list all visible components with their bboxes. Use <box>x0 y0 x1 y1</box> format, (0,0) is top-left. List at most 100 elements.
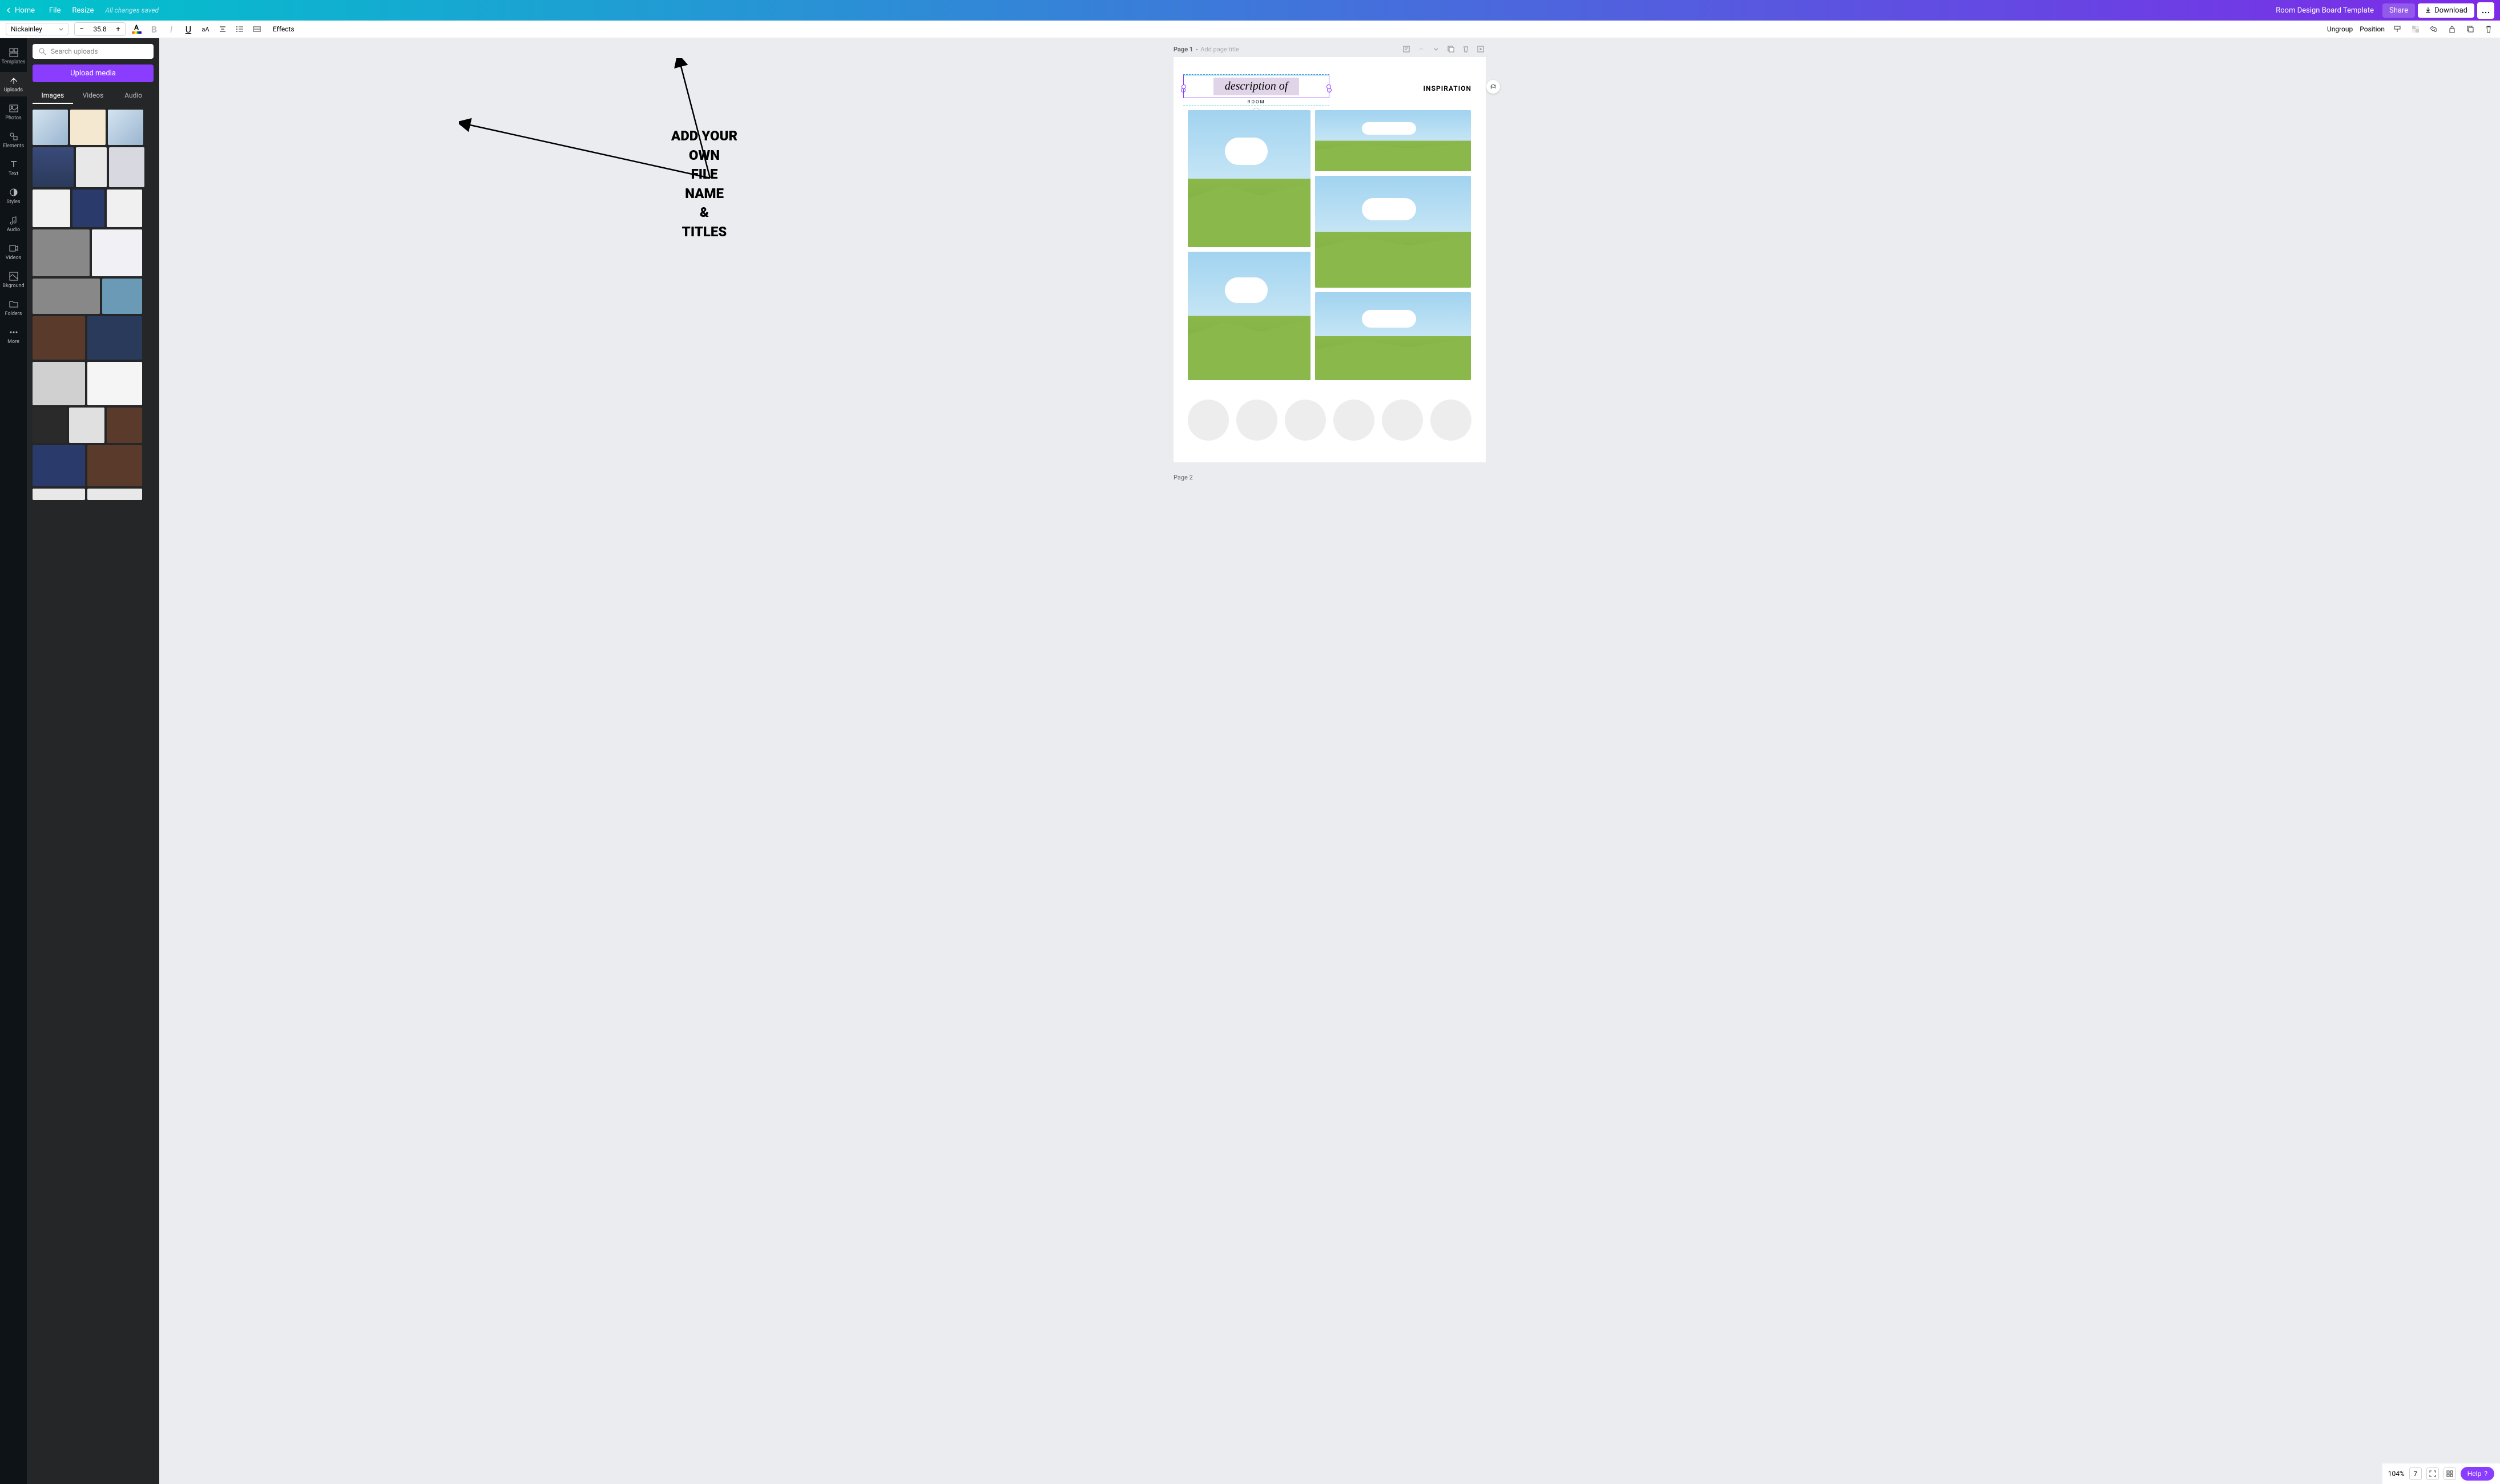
lock-button[interactable] <box>2446 23 2458 35</box>
inner-handle-right[interactable] <box>1326 84 1331 89</box>
upload-thumb[interactable] <box>33 362 85 405</box>
upload-thumb[interactable] <box>109 147 144 187</box>
nav-uploads[interactable]: Uploads <box>0 72 27 96</box>
tab-videos[interactable]: Videos <box>73 88 114 104</box>
spacing-button[interactable] <box>251 23 263 35</box>
list-button[interactable] <box>234 23 245 35</box>
duplicate-button[interactable] <box>2465 23 2476 35</box>
document-title[interactable]: Room Design Board Template <box>2276 6 2374 15</box>
upload-thumb[interactable] <box>33 408 67 443</box>
nav-text[interactable]: Text <box>0 156 27 180</box>
image-placeholder[interactable] <box>1315 176 1471 288</box>
underline-button[interactable]: U <box>183 23 194 35</box>
nav-photos[interactable]: Photos <box>0 100 27 124</box>
font-size-increase[interactable]: + <box>111 23 125 35</box>
page-delete-button[interactable] <box>1461 44 1471 54</box>
share-button[interactable]: Share <box>2382 3 2415 18</box>
page-down-button[interactable] <box>1431 44 1441 54</box>
upload-thumb[interactable] <box>33 316 85 360</box>
upload-thumb[interactable] <box>69 408 104 443</box>
upload-thumb[interactable] <box>33 189 70 227</box>
upload-thumb[interactable] <box>87 445 142 486</box>
delete-button[interactable] <box>2483 23 2494 35</box>
image-placeholder[interactable] <box>1188 252 1311 380</box>
upload-media-button[interactable]: Upload media <box>33 64 154 82</box>
upload-thumb[interactable] <box>72 189 104 227</box>
color-swatch-placeholder[interactable] <box>1285 400 1326 441</box>
home-button[interactable]: Home <box>6 6 35 15</box>
page-notes-button[interactable] <box>1401 44 1412 54</box>
nav-elements[interactable]: Elements <box>0 128 27 152</box>
link-button[interactable] <box>2428 23 2439 35</box>
align-button[interactable] <box>217 23 228 35</box>
ungroup-button[interactable]: Ungroup <box>2327 25 2353 33</box>
upload-thumb[interactable] <box>87 316 142 360</box>
tab-audio[interactable]: Audio <box>113 88 154 104</box>
effects-button[interactable]: Effects <box>268 23 299 35</box>
font-size-input[interactable] <box>88 25 111 33</box>
font-family-select[interactable]: Nickainley <box>6 23 68 35</box>
file-menu[interactable]: File <box>43 4 66 17</box>
color-swatch-placeholder[interactable] <box>1333 400 1374 441</box>
page-duplicate-button[interactable] <box>1446 44 1456 54</box>
upload-thumb[interactable] <box>33 110 68 145</box>
nav-more[interactable]: More <box>0 324 27 348</box>
image-placeholder[interactable] <box>1315 110 1471 171</box>
canvas-page-1[interactable]: description of ROOM ⟳ INSPIRATION <box>1174 57 1486 462</box>
help-button[interactable]: Help ? <box>2461 1467 2494 1481</box>
color-swatch-placeholder[interactable] <box>1430 400 1471 441</box>
page-add-button[interactable] <box>1475 44 1486 54</box>
upload-thumb[interactable] <box>107 189 142 227</box>
upload-thumb[interactable] <box>76 147 107 187</box>
color-swatch-placeholder[interactable] <box>1188 400 1229 441</box>
inspiration-label[interactable]: INSPIRATION <box>1424 84 1471 92</box>
zoom-level[interactable]: 104% <box>2388 1470 2405 1478</box>
page-up-button[interactable] <box>1416 44 1426 54</box>
nav-styles[interactable]: Styles <box>0 184 27 208</box>
upload-thumb[interactable] <box>33 489 85 500</box>
upload-thumb[interactable] <box>70 110 106 145</box>
search-uploads-input[interactable]: Search uploads <box>33 44 154 59</box>
refresh-button[interactable] <box>1486 80 1500 94</box>
upload-thumb[interactable] <box>33 445 85 486</box>
fullscreen-button[interactable] <box>2426 1467 2439 1480</box>
color-swatch-placeholder[interactable] <box>1382 400 1423 441</box>
download-button[interactable]: Download <box>2418 3 2474 18</box>
more-button[interactable] <box>2477 2 2494 19</box>
nav-folders[interactable]: Folders <box>0 296 27 320</box>
inner-handle-left[interactable] <box>1182 84 1186 89</box>
description-text[interactable]: description of <box>1213 78 1300 95</box>
grid-view-button[interactable] <box>2443 1467 2456 1480</box>
nav-templates[interactable]: Templates <box>0 44 27 68</box>
color-swatch-placeholder[interactable] <box>1236 400 1277 441</box>
upload-thumb[interactable] <box>87 362 142 405</box>
text-case-button[interactable]: aA <box>200 23 211 35</box>
resize-menu[interactable]: Resize <box>66 4 99 17</box>
copy-style-button[interactable] <box>2392 23 2403 35</box>
room-text[interactable]: ROOM <box>1183 98 1329 106</box>
nav-background[interactable]: Bkground <box>0 268 27 292</box>
paint-roller-icon <box>2393 25 2401 33</box>
image-placeholder[interactable] <box>1315 292 1471 380</box>
tab-images[interactable]: Images <box>33 88 73 104</box>
nav-videos[interactable]: Videos <box>0 240 27 264</box>
image-placeholder[interactable] <box>1188 110 1311 247</box>
page-title-input[interactable]: Add page title <box>1200 46 1239 53</box>
bold-button[interactable]: B <box>148 23 160 35</box>
page-count-button[interactable]: 7 <box>2409 1467 2422 1480</box>
upload-thumb[interactable] <box>102 279 142 314</box>
text-color-button[interactable] <box>131 23 143 35</box>
upload-thumb[interactable] <box>92 229 142 276</box>
position-button[interactable]: Position <box>2360 25 2385 33</box>
transparency-button[interactable] <box>2410 23 2421 35</box>
upload-thumb[interactable] <box>107 408 142 443</box>
upload-thumb[interactable] <box>87 489 142 500</box>
upload-thumb[interactable] <box>108 110 143 145</box>
selected-text-group[interactable]: description of ROOM ⟳ <box>1183 74 1329 106</box>
font-size-decrease[interactable]: − <box>75 23 88 35</box>
upload-thumb[interactable] <box>33 279 100 314</box>
nav-audio[interactable]: Audio <box>0 212 27 236</box>
italic-button[interactable]: I <box>166 23 177 35</box>
upload-thumb[interactable] <box>33 147 74 187</box>
upload-thumb[interactable] <box>33 229 90 276</box>
